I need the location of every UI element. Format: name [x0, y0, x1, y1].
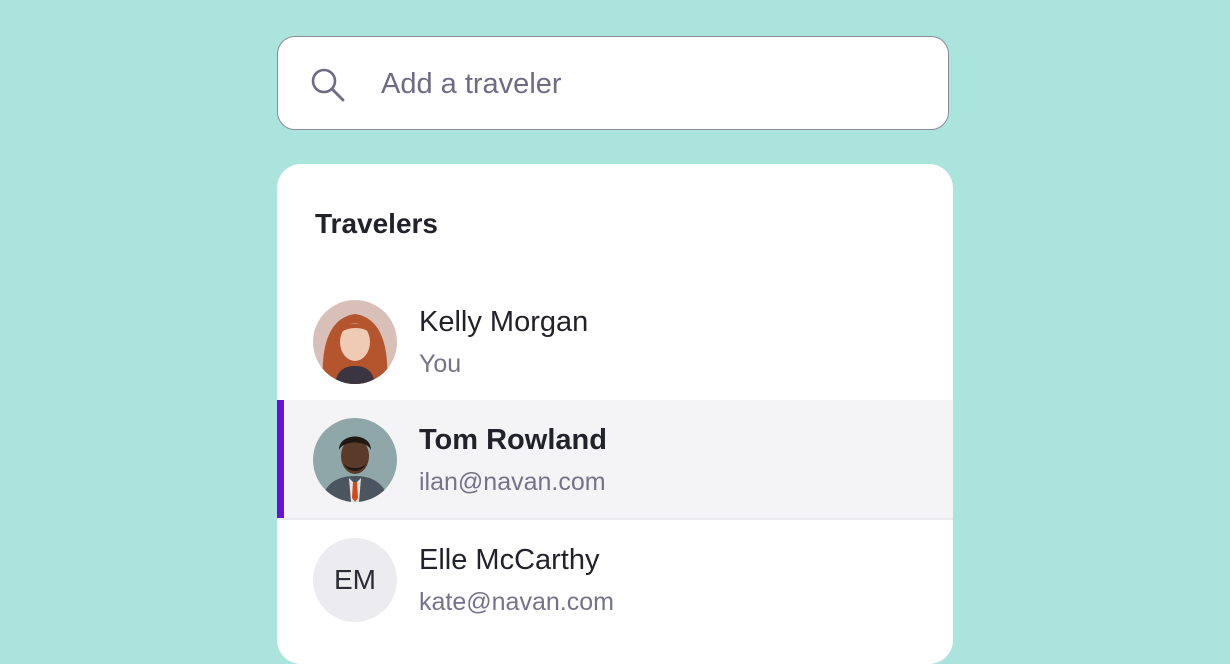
traveler-row-elle-mccarthy[interactable]: EM Elle McCarthy kate@navan.com — [277, 520, 953, 640]
traveler-search-box[interactable] — [277, 36, 949, 130]
traveler-name: Kelly Morgan — [419, 306, 589, 338]
search-icon — [309, 66, 347, 104]
selected-indicator — [277, 400, 284, 518]
traveler-subtitle: ilan@navan.com — [419, 468, 606, 496]
avatar-initials-elle-mccarthy: EM — [313, 538, 397, 622]
traveler-name: Tom Rowland — [419, 424, 607, 456]
traveler-row-tom-rowland[interactable]: Tom Rowland ilan@navan.com — [277, 400, 953, 520]
traveler-name: Elle McCarthy — [419, 544, 600, 576]
avatar-kelly-morgan — [313, 300, 397, 384]
travelers-panel: Travelers Kelly Morgan You Tom Rowland i… — [277, 164, 953, 664]
add-traveler-input[interactable] — [381, 62, 921, 106]
traveler-row-kelly-morgan[interactable]: Kelly Morgan You — [277, 282, 953, 402]
avatar-tom-rowland — [313, 418, 397, 502]
traveler-subtitle: kate@navan.com — [419, 588, 614, 616]
traveler-subtitle: You — [419, 350, 462, 378]
travelers-heading: Travelers — [315, 208, 438, 239]
